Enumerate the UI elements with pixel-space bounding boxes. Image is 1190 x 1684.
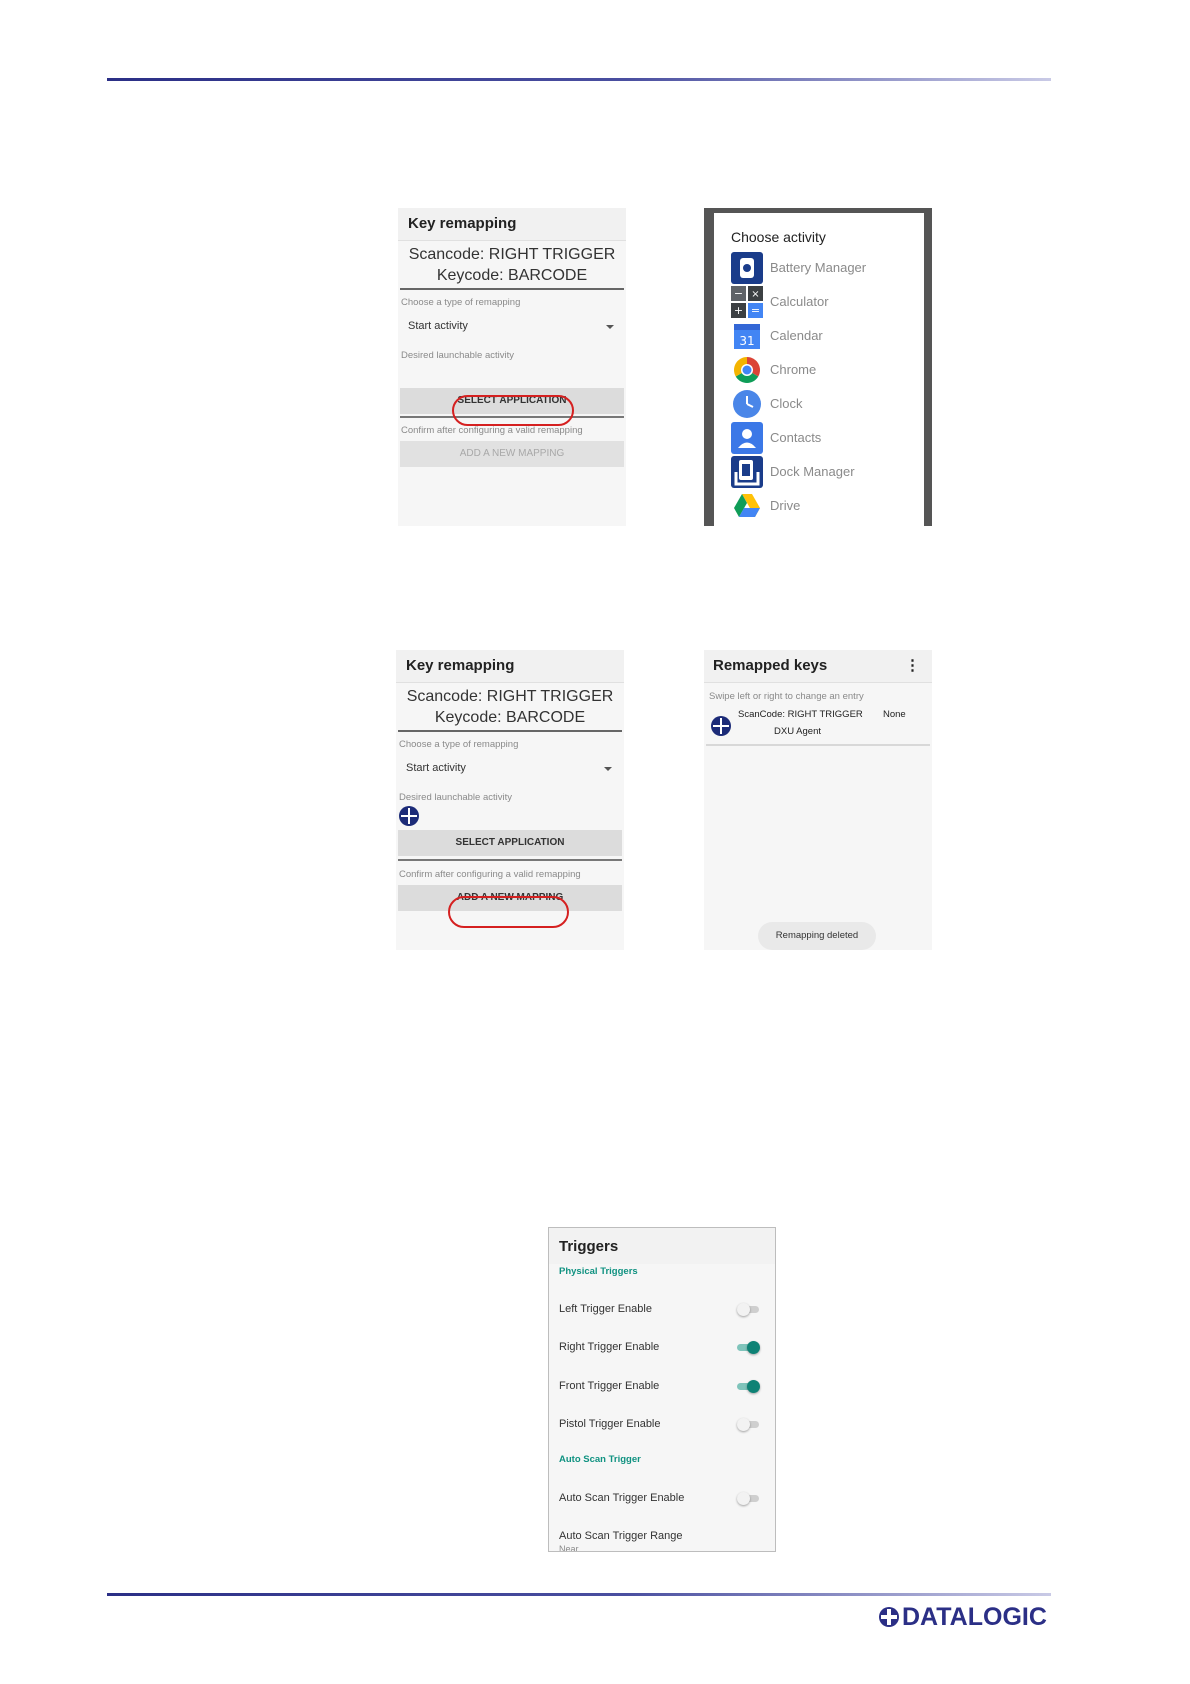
auto-scan-range-row[interactable]: Auto Scan Trigger Range Near	[559, 1527, 765, 1552]
left-trigger-toggle[interactable]	[737, 1303, 759, 1316]
remap-codes: Scancode: RIGHT TRIGGER Keycode: BARCODE	[398, 683, 622, 732]
dxu-agent-icon	[711, 716, 731, 736]
header-rule	[107, 78, 1051, 81]
physical-triggers-section: Physical Triggers	[559, 1266, 638, 1277]
right-trigger-row[interactable]: Right Trigger Enable	[559, 1338, 765, 1358]
dropdown-arrow-icon	[606, 325, 614, 329]
datalogic-logo-text: DATALOGIC	[902, 1602, 1047, 1631]
choose-type-label: Choose a type of remapping	[399, 739, 519, 750]
confirm-label: Confirm after configuring a valid remapp…	[399, 869, 581, 880]
keycode-text: Keycode: BARCODE	[434, 709, 586, 726]
activity-item-chrome[interactable]: Chrome	[731, 354, 911, 386]
activity-label: Dock Manager	[770, 464, 855, 479]
activity-item-dock-manager[interactable]: Dock Manager	[731, 456, 911, 488]
screen-title: Triggers	[549, 1228, 775, 1264]
dropdown-arrow-icon	[604, 767, 612, 771]
remap-type-dropdown[interactable]: Start activity	[398, 320, 626, 332]
datalogic-logo: DATALOGIC	[878, 1602, 1047, 1631]
scancode-text: Scancode: RIGHT TRIGGER	[406, 688, 614, 705]
choose-type-label: Choose a type of remapping	[401, 297, 521, 308]
toggle-label: Left Trigger Enable	[559, 1303, 652, 1315]
calendar-day: 31	[739, 334, 754, 348]
svg-text:=: =	[751, 304, 760, 317]
entry-app-name: DXU Agent	[774, 726, 821, 737]
drive-icon	[731, 490, 763, 522]
activity-label: Contacts	[770, 430, 822, 445]
confirm-label: Confirm after configuring a valid remapp…	[401, 425, 583, 436]
entry-scancode: ScanCode: RIGHT TRIGGER	[738, 709, 863, 720]
auto-scan-range-value: Near	[559, 1544, 579, 1552]
pistol-trigger-row[interactable]: Pistol Trigger Enable	[559, 1415, 765, 1435]
remapped-keys-title: Remapped keys	[713, 657, 828, 674]
svg-text:+: +	[734, 304, 743, 317]
front-trigger-toggle[interactable]	[737, 1380, 760, 1393]
swipe-hint: Swipe left or right to change an entry	[709, 691, 864, 702]
toast-message: Remapping deleted	[758, 922, 876, 950]
scancode-text: Scancode: RIGHT TRIGGER	[408, 246, 616, 263]
right-trigger-toggle[interactable]	[737, 1341, 760, 1354]
contacts-icon	[731, 422, 763, 454]
battery-manager-icon	[731, 252, 763, 284]
calculator-icon: − × + =	[731, 286, 763, 318]
select-application-button[interactable]: SELECT APPLICATION	[398, 830, 622, 856]
dialog-title: Choose activity	[731, 229, 826, 245]
auto-scan-trigger-toggle[interactable]	[737, 1492, 759, 1505]
keycode-text: Keycode: BARCODE	[436, 267, 588, 284]
remap-type-value: Start activity	[408, 320, 468, 332]
triggers-screen: Triggers Physical Triggers Left Trigger …	[548, 1227, 776, 1552]
highlight-circle	[452, 395, 574, 426]
auto-scan-trigger-row[interactable]: Auto Scan Trigger Enable	[559, 1489, 765, 1509]
add-new-mapping-button[interactable]: ADD A NEW MAPPING	[400, 441, 624, 467]
activity-dialog: Choose activity Battery Manager − × + = Cal…	[714, 213, 924, 526]
remapped-keys-screen: Remapped keys ⋮ Swipe left or right to c…	[704, 650, 932, 950]
activity-item-calendar[interactable]: 31 Calendar	[731, 320, 911, 352]
toggle-label: Pistol Trigger Enable	[559, 1418, 661, 1430]
highlight-circle	[448, 896, 569, 928]
activity-label: Drive	[770, 498, 801, 513]
chrome-icon	[731, 354, 763, 386]
clock-icon	[731, 388, 763, 420]
more-options-icon[interactable]: ⋮	[905, 650, 920, 682]
key-remapping-screen-1: Key remapping Scancode: RIGHT TRIGGER Ke…	[398, 208, 626, 526]
auto-scan-range-label: Auto Scan Trigger Range	[559, 1530, 683, 1542]
remap-type-value: Start activity	[406, 762, 466, 774]
activity-item-battery-manager[interactable]: Battery Manager	[731, 252, 911, 284]
toggle-label: Front Trigger Enable	[559, 1380, 660, 1392]
desired-activity-label: Desired launchable activity	[399, 792, 513, 803]
activity-label: Clock	[770, 396, 803, 411]
pistol-trigger-toggle[interactable]	[737, 1418, 759, 1431]
desired-activity-label: Desired launchable activity	[401, 350, 515, 361]
activity-label: Calendar	[770, 328, 823, 343]
activity-label: Calculator	[770, 294, 829, 309]
choose-activity-dialog-screen: Choose activity Battery Manager − × + = Cal…	[704, 208, 932, 526]
datalogic-logo-icon	[879, 1607, 899, 1627]
front-trigger-row[interactable]: Front Trigger Enable	[559, 1377, 765, 1397]
remapped-entry[interactable]: ScanCode: RIGHT TRIGGER None DXU Agent	[706, 706, 930, 746]
activity-label: Chrome	[770, 362, 817, 377]
activity-item-clock[interactable]: Clock	[731, 388, 911, 420]
dock-manager-icon	[731, 456, 763, 488]
toggle-label: Right Trigger Enable	[559, 1341, 660, 1353]
svg-text:−: −	[734, 287, 743, 300]
calendar-icon: 31	[731, 320, 763, 352]
toggle-label: Auto Scan Trigger Enable	[559, 1492, 685, 1504]
dxu-agent-icon	[399, 806, 419, 826]
remap-codes: Scancode: RIGHT TRIGGER Keycode: BARCODE	[400, 241, 624, 290]
left-trigger-row[interactable]: Left Trigger Enable	[559, 1300, 765, 1320]
activity-label: Battery Manager	[770, 260, 867, 275]
footer-rule	[107, 1593, 1051, 1596]
activity-item-contacts[interactable]: Contacts	[731, 422, 911, 454]
entry-keycode: None	[883, 709, 906, 720]
auto-scan-section: Auto Scan Trigger	[559, 1454, 641, 1465]
screen-title: Remapped keys ⋮	[704, 650, 932, 683]
activity-item-drive[interactable]: Drive	[731, 490, 911, 522]
screen-title: Key remapping	[398, 208, 626, 241]
activity-item-calculator[interactable]: − × + = Calculator	[731, 286, 911, 318]
svg-text:×: ×	[751, 289, 759, 300]
remap-type-dropdown[interactable]: Start activity	[396, 762, 624, 774]
screen-title: Key remapping	[396, 650, 624, 683]
